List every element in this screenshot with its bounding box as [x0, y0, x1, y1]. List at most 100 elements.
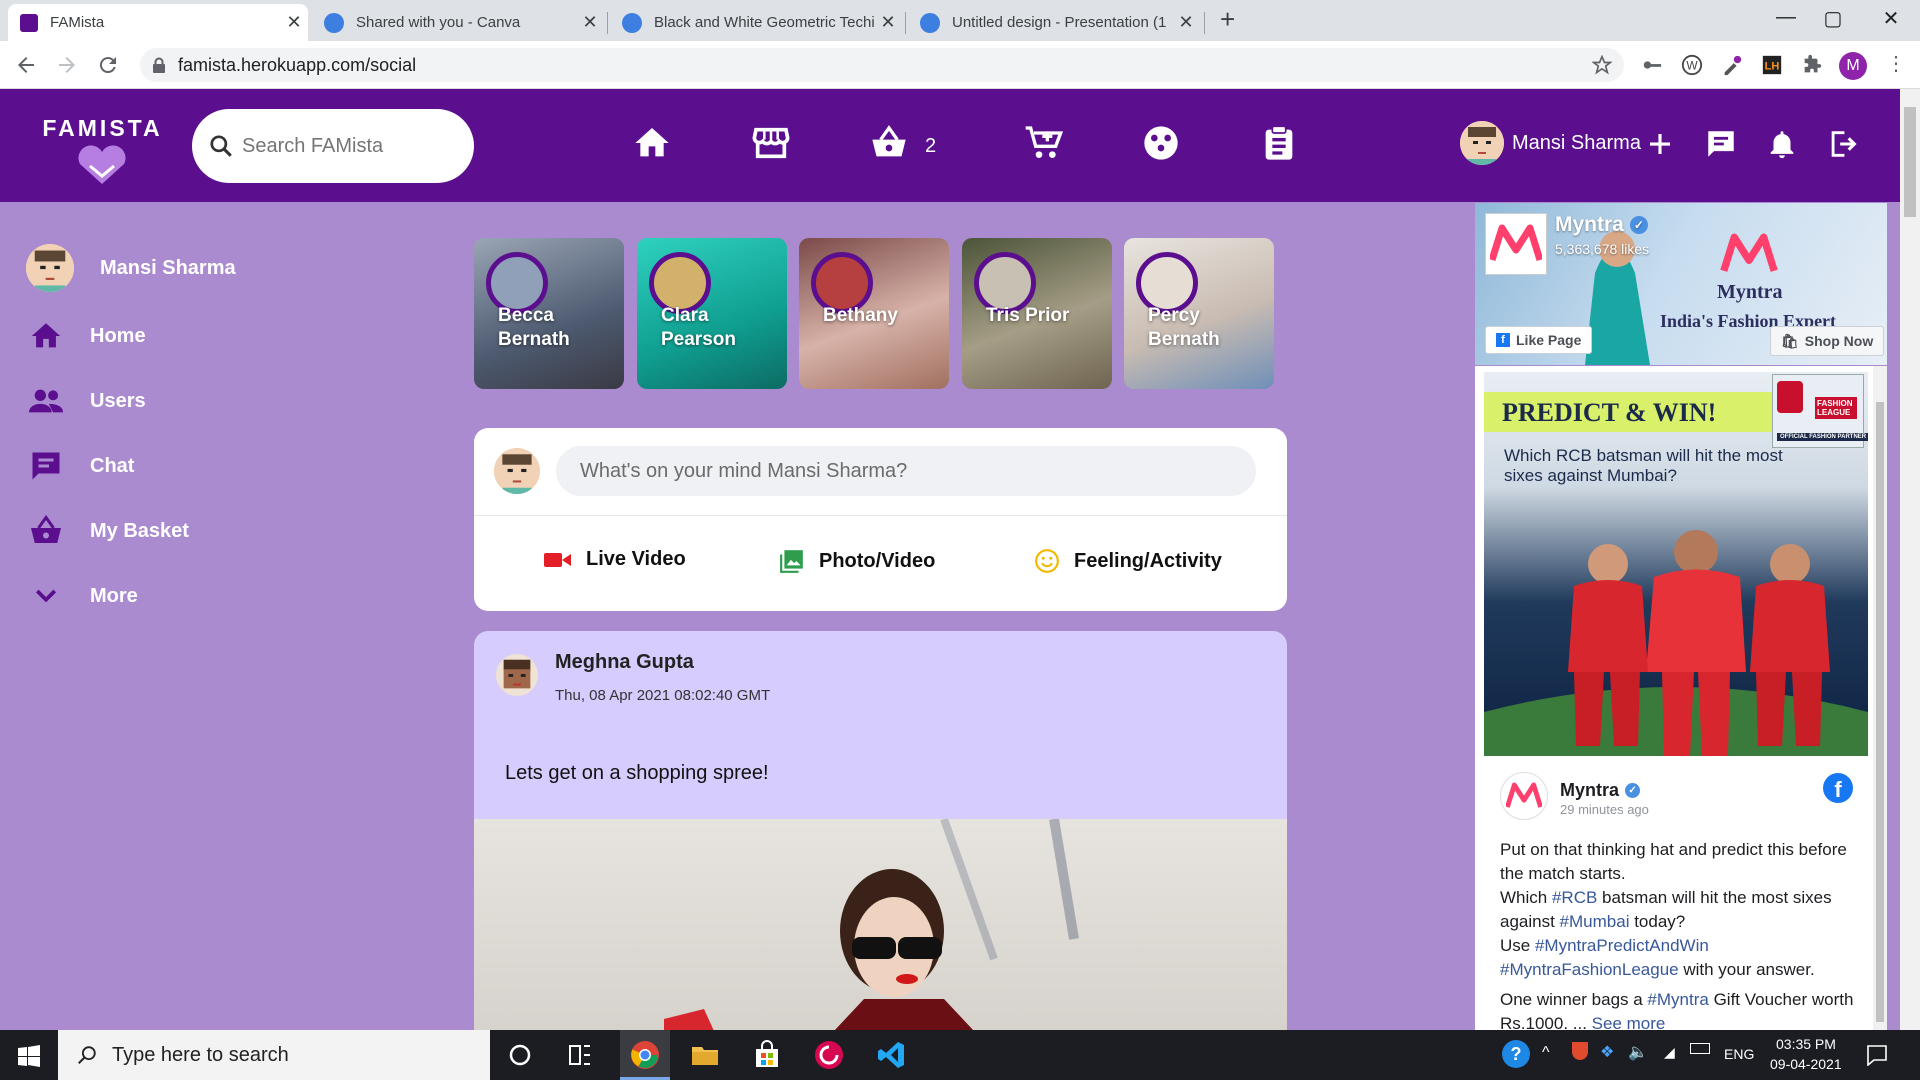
cart-icon[interactable]	[1024, 123, 1064, 163]
vscode-icon[interactable]	[876, 1040, 906, 1070]
password-key-icon[interactable]	[1641, 54, 1663, 76]
url-field[interactable]: famista.herokuapp.com/social	[140, 48, 1624, 82]
tab-canva-geometric[interactable]: Black and White Geometric Techi ✕	[610, 4, 902, 41]
sidebar-item-more[interactable]: More	[26, 576, 138, 616]
antivirus-tray-icon[interactable]	[1572, 1042, 1588, 1060]
basket-icon[interactable]	[869, 123, 909, 163]
hashtag-link[interactable]: #MyntraFashionLeague	[1500, 960, 1679, 979]
close-window-icon[interactable]: ✕	[1868, 6, 1914, 31]
close-tab-icon[interactable]: ✕	[874, 12, 902, 33]
sidebar-item-users[interactable]: Users	[26, 381, 146, 421]
page-name[interactable]: Myntra ✓	[1555, 213, 1648, 237]
widget-scrollbar-thumb[interactable]	[1876, 402, 1884, 1022]
close-tab-icon[interactable]: ✕	[576, 12, 604, 33]
forward-icon[interactable]	[55, 53, 79, 77]
page-scrollbar[interactable]	[1900, 89, 1920, 1030]
taskbar-chrome[interactable]	[620, 1030, 670, 1080]
post-page-avatar[interactable]	[1500, 772, 1548, 820]
microsoft-store-icon[interactable]	[752, 1040, 782, 1070]
story-card[interactable]: Tris Prior	[962, 238, 1112, 389]
post-image[interactable]	[474, 819, 1287, 1031]
story-card[interactable]: Clara Pearson	[637, 238, 787, 389]
sidebar-item-my-basket[interactable]: My Basket	[26, 511, 189, 551]
wordpress-extension-icon[interactable]: W	[1681, 54, 1703, 76]
help-icon[interactable]: ?	[1502, 1040, 1530, 1068]
handshake-heart-icon	[78, 145, 126, 184]
sidebar-item-home[interactable]: Home	[26, 316, 146, 356]
taskbar-search-box[interactable]: Type here to search	[58, 1030, 490, 1080]
hashtag-link[interactable]: #MyntraPredictAndWin	[1535, 936, 1709, 955]
lighthouse-extension-icon[interactable]: LH	[1761, 54, 1783, 76]
close-tab-icon[interactable]: ✕	[280, 12, 308, 33]
hashtag-link[interactable]: #RCB	[1552, 888, 1597, 907]
post-author-avatar[interactable]	[496, 654, 538, 696]
tab-famista[interactable]: FAMista ✕	[8, 4, 308, 41]
minimize-icon[interactable]: —	[1763, 6, 1809, 29]
post-author-name[interactable]: Meghna Gupta	[555, 651, 694, 674]
extensions-puzzle-icon[interactable]	[1801, 54, 1823, 76]
post-page-name[interactable]: Myntra ✓	[1560, 780, 1641, 801]
tab-canva-presentation[interactable]: Untitled design - Presentation (1 ✕	[908, 4, 1200, 41]
facebook-logo-icon[interactable]: f	[1823, 773, 1853, 803]
language-indicator[interactable]: ENG	[1724, 1046, 1754, 1062]
myntra-logo[interactable]	[1485, 213, 1547, 275]
maximize-icon[interactable]: ▢	[1810, 6, 1856, 31]
sidebar-profile[interactable]: Mansi Sharma	[26, 244, 236, 292]
header-user[interactable]: Mansi Sharma	[1460, 121, 1641, 165]
back-icon[interactable]	[14, 53, 38, 77]
close-tab-icon[interactable]: ✕	[1172, 12, 1200, 33]
clock-time[interactable]: 03:35 PM	[1776, 1036, 1836, 1052]
myntra-brand-logo-icon	[1720, 233, 1778, 272]
search-input[interactable]	[242, 134, 452, 158]
bookmark-star-icon[interactable]	[1592, 55, 1612, 75]
file-explorer-icon[interactable]	[690, 1040, 720, 1070]
store-icon[interactable]	[751, 123, 791, 163]
story-card[interactable]: Becca Bernath	[474, 238, 624, 389]
logout-icon[interactable]	[1826, 127, 1860, 161]
hashtag-link[interactable]: #Mumbai	[1560, 912, 1630, 931]
plus-icon[interactable]	[1645, 129, 1675, 159]
battery-icon[interactable]	[1690, 1043, 1710, 1054]
clipboard-icon[interactable]	[1259, 123, 1299, 163]
cortana-icon[interactable]	[505, 1040, 535, 1070]
see-more-link[interactable]: See more	[1592, 1014, 1666, 1030]
show-hidden-icons-icon[interactable]: ^	[1542, 1044, 1550, 1062]
clock-date[interactable]: 09-04-2021	[1770, 1056, 1842, 1072]
community-icon[interactable]	[1141, 123, 1181, 163]
hashtag-link[interactable]: #Myntra	[1647, 990, 1708, 1009]
sidebar-item-chat[interactable]: Chat	[26, 446, 134, 486]
widget-scrollbar[interactable]	[1873, 366, 1887, 1030]
tab-canva-shared[interactable]: Shared with you - Canva ✕	[312, 4, 604, 41]
search-box[interactable]	[192, 109, 474, 183]
story-card[interactable]: Percy Bernath	[1124, 238, 1274, 389]
feeling-activity-button[interactable]: Feeling/Activity	[1034, 548, 1222, 574]
chat-icon	[32, 452, 60, 480]
new-tab-button[interactable]: +	[1220, 4, 1235, 35]
dropbox-tray-icon[interactable]: ❖	[1600, 1042, 1614, 1062]
reload-icon[interactable]	[96, 53, 120, 77]
ad-banner-image[interactable]: PREDICT & WIN! Which RCB batsman will hi…	[1484, 372, 1868, 756]
tab-separator	[1204, 12, 1205, 34]
like-page-button[interactable]: f Like Page	[1485, 326, 1593, 354]
volume-icon[interactable]: 🔈	[1628, 1042, 1648, 1062]
status-input[interactable]: What's on your mind Mansi Sharma?	[556, 446, 1256, 496]
photo-video-label: Photo/Video	[819, 549, 936, 572]
color-picker-extension-icon[interactable]	[1721, 54, 1743, 76]
windows-start-icon[interactable]	[18, 1045, 40, 1067]
debian-app-icon[interactable]	[814, 1040, 844, 1070]
page-scrollbar-thumb[interactable]	[1904, 107, 1916, 217]
famista-logo[interactable]: FAMISTA	[30, 115, 175, 186]
profile-avatar[interactable]: M	[1839, 52, 1867, 80]
home-icon[interactable]	[632, 123, 672, 163]
messages-icon[interactable]	[1704, 127, 1738, 161]
notification-center-icon[interactable]	[1866, 1044, 1888, 1066]
wifi-icon[interactable]: ◢	[1664, 1044, 1675, 1061]
live-video-button[interactable]: Live Video	[544, 548, 686, 571]
tab-title: FAMista	[50, 14, 105, 31]
notifications-bell-icon[interactable]	[1765, 127, 1799, 161]
story-card[interactable]: Bethany	[799, 238, 949, 389]
shop-now-button[interactable]: 🛍 Shop Now	[1770, 326, 1885, 356]
task-view-icon[interactable]	[565, 1040, 595, 1070]
browser-menu-icon[interactable]: ⋮	[1886, 51, 1906, 76]
photo-video-button[interactable]: Photo/Video	[779, 548, 935, 574]
